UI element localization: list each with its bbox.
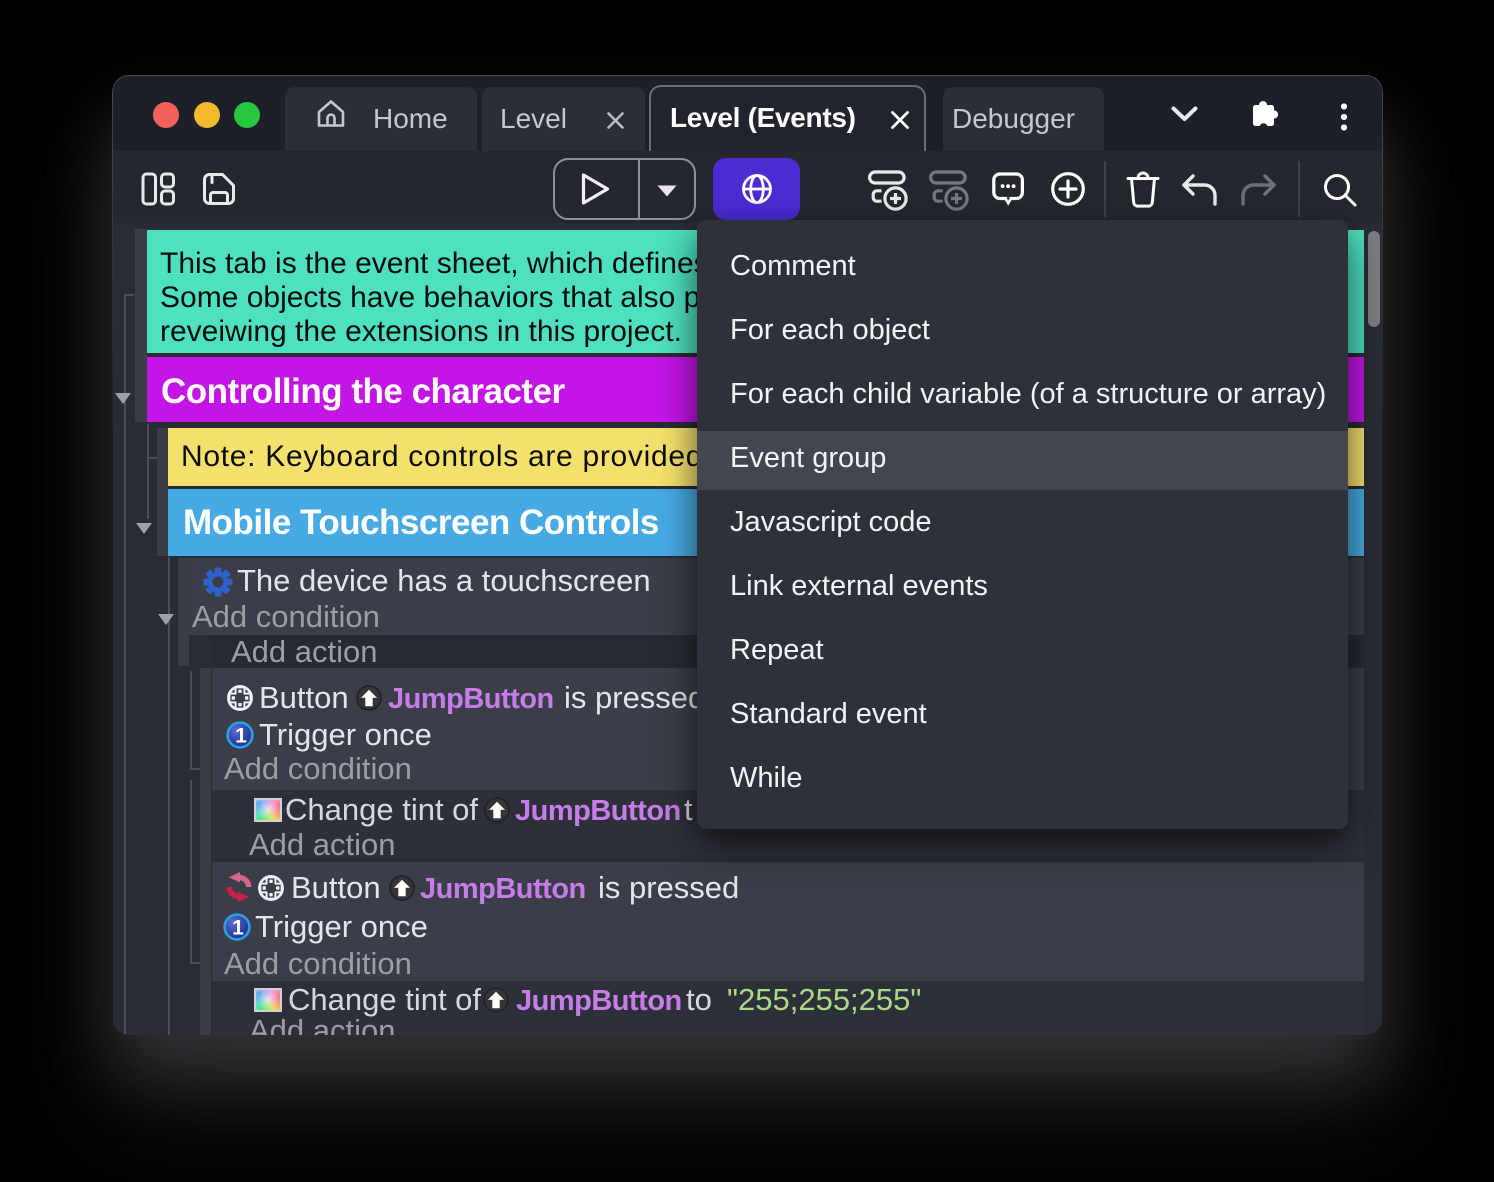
svg-text:1: 1	[235, 725, 247, 748]
svg-text:1: 1	[232, 917, 244, 940]
